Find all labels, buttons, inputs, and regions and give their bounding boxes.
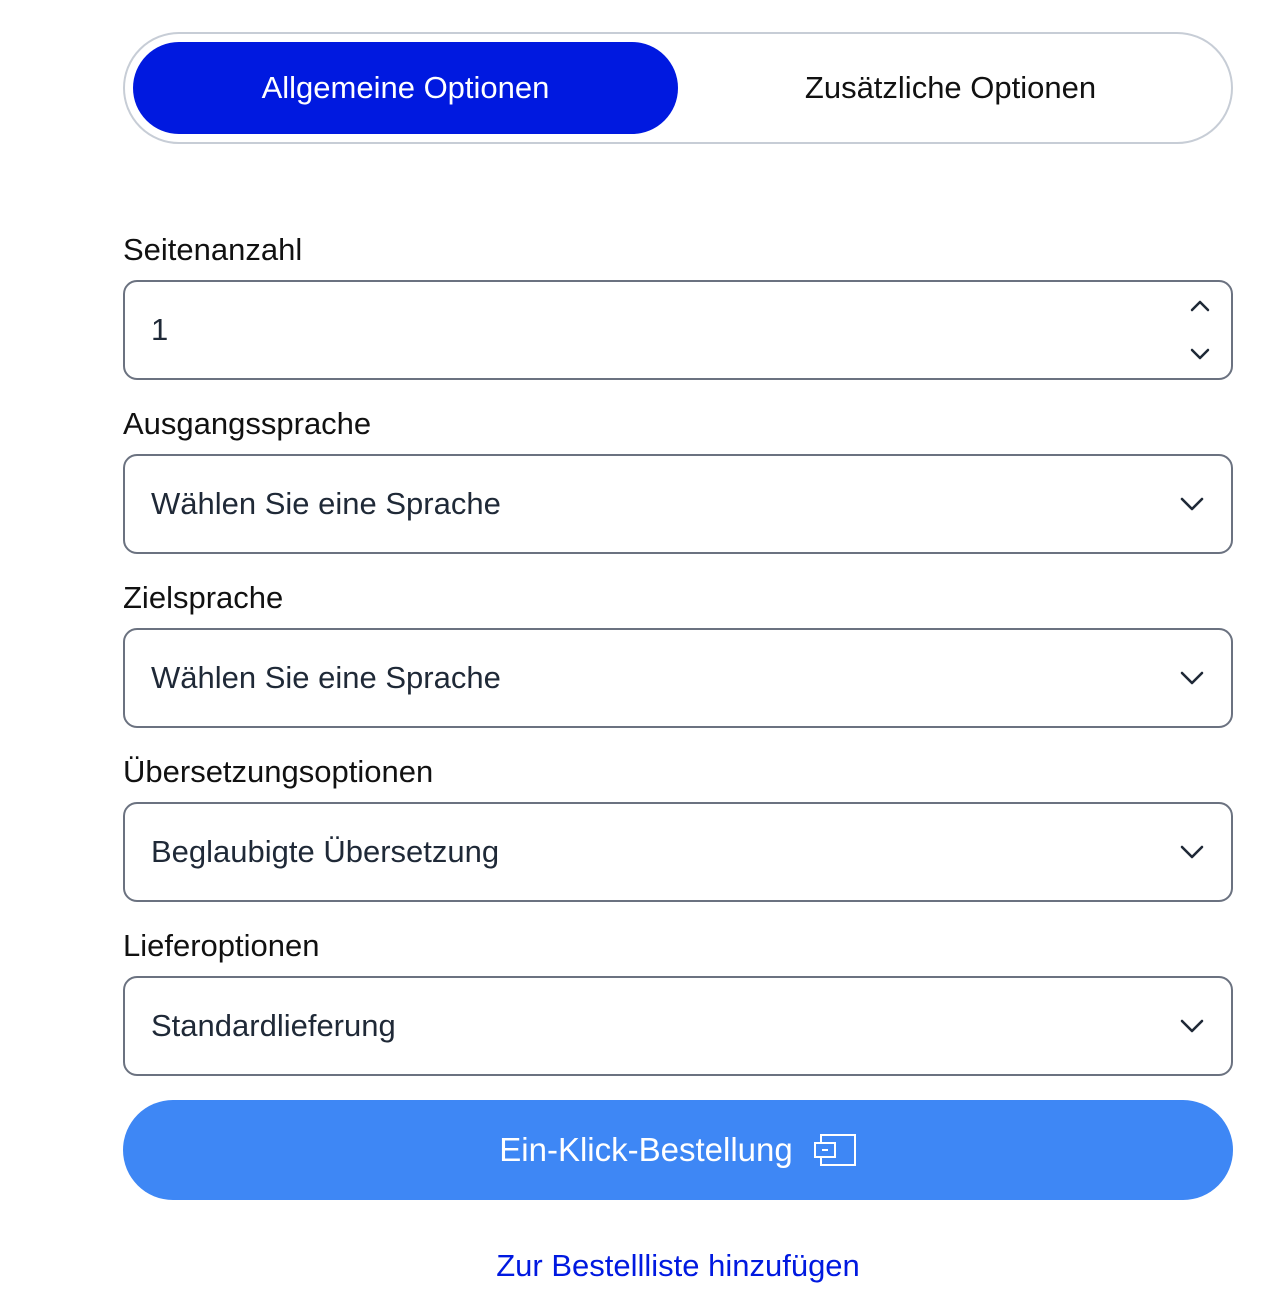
one-click-order-button[interactable]: Ein-Klick-Bestellung bbox=[123, 1100, 1233, 1200]
options-panel: Allgemeine Optionen Zusätzliche Optionen… bbox=[123, 32, 1233, 1284]
chevron-up-icon[interactable] bbox=[1189, 295, 1211, 317]
tab-general-options[interactable]: Allgemeine Optionen bbox=[133, 42, 678, 134]
order-form: Seitenanzahl 1 Ausgangssprache Wählen Si… bbox=[123, 230, 1233, 1284]
chevron-down-icon bbox=[1179, 1013, 1205, 1039]
pages-value: 1 bbox=[151, 312, 169, 347]
chevron-down-icon bbox=[1179, 491, 1205, 517]
delivery-options-value: Standardlieferung bbox=[151, 1008, 396, 1043]
target-language-select[interactable]: Wählen Sie eine Sprache bbox=[123, 628, 1233, 728]
delivery-options-label: Lieferoptionen bbox=[123, 928, 320, 963]
target-language-value: Wählen Sie eine Sprache bbox=[151, 660, 501, 695]
translation-options-select[interactable]: Beglaubigte Übersetzung bbox=[123, 802, 1233, 902]
delivery-options-select[interactable]: Standardlieferung bbox=[123, 976, 1233, 1076]
chevron-down-icon bbox=[1179, 665, 1205, 691]
card-icon bbox=[813, 1132, 857, 1168]
source-language-value: Wählen Sie eine Sprache bbox=[151, 486, 501, 521]
tab-additional-options[interactable]: Zusätzliche Optionen bbox=[678, 42, 1223, 134]
source-language-select[interactable]: Wählen Sie eine Sprache bbox=[123, 454, 1233, 554]
chevron-down-icon[interactable] bbox=[1189, 343, 1211, 365]
source-language-label: Ausgangssprache bbox=[123, 406, 372, 441]
translation-options-value: Beglaubigte Übersetzung bbox=[151, 834, 500, 869]
pages-number-input[interactable]: 1 bbox=[123, 280, 1233, 380]
target-language-label: Zielsprache bbox=[123, 580, 284, 615]
chevron-down-icon bbox=[1179, 839, 1205, 865]
add-to-order-list-link[interactable]: Zur Bestellliste hinzufügen bbox=[123, 1248, 1233, 1284]
one-click-order-label: Ein-Klick-Bestellung bbox=[499, 1131, 793, 1168]
translation-options-label: Übersetzungsoptionen bbox=[123, 754, 434, 789]
pages-label: Seitenanzahl bbox=[123, 232, 303, 267]
options-tabs: Allgemeine Optionen Zusätzliche Optionen bbox=[123, 32, 1233, 144]
pages-stepper bbox=[1189, 295, 1211, 365]
